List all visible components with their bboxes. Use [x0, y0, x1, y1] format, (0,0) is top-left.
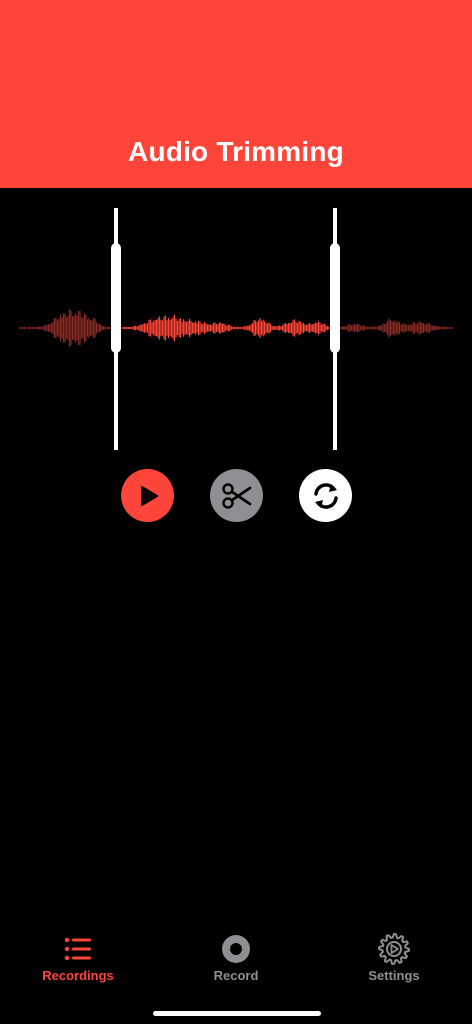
- page-title: Audio Trimming: [128, 136, 344, 167]
- waveform-editor[interactable]: [0, 188, 472, 468]
- tab-record[interactable]: Record: [166, 932, 306, 992]
- tab-settings[interactable]: Settings: [324, 932, 464, 992]
- tab-recordings[interactable]: Recordings: [8, 932, 148, 992]
- trim-end-grip[interactable]: [330, 243, 340, 353]
- trim-button[interactable]: [210, 469, 263, 522]
- scissors-icon: [221, 482, 251, 509]
- record-icon: [222, 935, 250, 963]
- play-icon: [140, 485, 158, 506]
- header-bar: Audio Trimming: [0, 0, 472, 188]
- tab-recordings-label: Recordings: [42, 968, 114, 983]
- refresh-icon: [313, 482, 338, 509]
- playback-controls: [0, 469, 472, 523]
- tab-settings-label: Settings: [368, 968, 420, 983]
- reset-button[interactable]: [299, 469, 352, 522]
- list-icon: [64, 937, 91, 961]
- tab-bar: Recordings Record Settings: [0, 924, 472, 1024]
- home-indicator: [153, 1011, 321, 1016]
- play-button[interactable]: [121, 469, 174, 522]
- gear-icon: [378, 933, 410, 965]
- trim-start-grip[interactable]: [111, 243, 121, 353]
- tab-record-label: Record: [213, 968, 259, 983]
- waveform: [19, 309, 453, 347]
- trim-start-handle[interactable]: [110, 208, 122, 450]
- trim-end-handle[interactable]: [329, 208, 341, 450]
